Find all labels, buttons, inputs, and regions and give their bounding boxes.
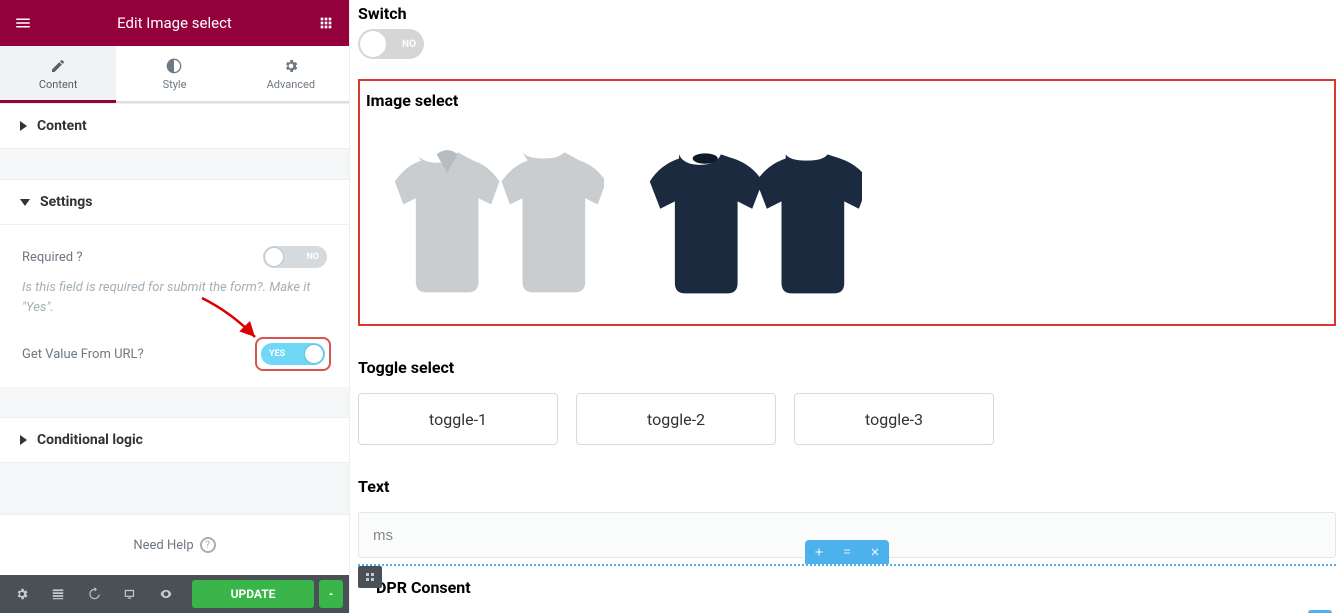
panel-title: Edit Image select: [117, 14, 232, 32]
section-handle-icon[interactable]: [358, 566, 382, 588]
section-title: Settings: [40, 194, 92, 210]
widget-toolbar: [805, 540, 889, 564]
switch-knob: [360, 31, 386, 57]
arrow-annotation: [197, 293, 267, 349]
image-select-widget: Image select: [358, 79, 1336, 326]
text-label: Text: [358, 473, 1336, 502]
sidebar-header: Edit Image select: [0, 0, 349, 46]
update-label: UPDATE: [231, 587, 276, 601]
update-button[interactable]: UPDATE: [192, 580, 314, 608]
section-title: Content: [37, 118, 87, 134]
tab-advanced[interactable]: Advanced: [233, 46, 349, 101]
required-control: Required ? NO: [22, 240, 327, 278]
toggle-option-1[interactable]: toggle-1: [358, 393, 558, 445]
responsive-icon[interactable]: [114, 580, 146, 608]
help-icon: ?: [200, 537, 216, 553]
toggle-knob: [305, 345, 323, 363]
section-conditional-logic[interactable]: Conditional logic: [0, 417, 349, 463]
get-value-url-label: Get Value From URL?: [22, 347, 144, 362]
tab-label: Style: [163, 78, 187, 91]
gdpr-consent-row: Agree on our terms and condition for usi…: [358, 607, 1336, 613]
tab-style[interactable]: Style: [116, 46, 232, 101]
get-value-url-control: Get Value From URL? YES: [22, 335, 327, 377]
add-icon[interactable]: [805, 540, 833, 564]
navigator-icon[interactable]: [42, 580, 74, 608]
editor-tabs: Content Style Advanced: [0, 46, 349, 103]
section-content[interactable]: Content: [0, 103, 349, 149]
toggle-option-3[interactable]: toggle-3: [794, 393, 994, 445]
get-value-url-toggle[interactable]: YES: [261, 343, 325, 365]
drag-icon[interactable]: [833, 540, 861, 564]
settings-icon[interactable]: [6, 580, 38, 608]
tab-label: Content: [39, 78, 78, 91]
switch-field[interactable]: NO: [358, 29, 424, 59]
toggle-select-field: toggle-1 toggle-2 toggle-3: [358, 393, 1336, 445]
gdpr-label: DPR Consent: [358, 574, 1336, 603]
section-title: Conditional logic: [37, 432, 143, 448]
need-help-link[interactable]: Need Help ?: [0, 514, 349, 575]
apps-icon[interactable]: [313, 10, 339, 36]
panel-body: Content Settings Required ? NO Is this f…: [0, 103, 349, 514]
chevron-right-icon: [20, 121, 27, 131]
toggle-select-label: Toggle select: [358, 354, 1336, 383]
menu-icon[interactable]: [10, 10, 36, 36]
preview-icon[interactable]: [150, 580, 182, 608]
need-help-text: Need Help: [133, 538, 193, 553]
section-settings[interactable]: Settings: [0, 179, 349, 225]
switch-label: Switch: [358, 0, 1336, 29]
required-label: Required ?: [22, 250, 83, 265]
required-toggle[interactable]: NO: [263, 246, 327, 268]
update-more-button[interactable]: [319, 580, 343, 608]
image-option-2[interactable]: [622, 120, 872, 310]
chevron-down-icon: [20, 199, 30, 206]
tab-content[interactable]: Content: [0, 46, 116, 101]
tab-label: Advanced: [267, 78, 315, 91]
image-option-1[interactable]: [364, 120, 614, 310]
footer-bar: UPDATE: [0, 575, 349, 613]
settings-controls: Required ? NO Is this field is required …: [0, 225, 349, 387]
chevron-right-icon: [20, 435, 27, 445]
close-icon[interactable]: [861, 540, 889, 564]
image-select-label: Image select: [364, 87, 1330, 116]
editor-sidebar: Edit Image select Content Style Advanced: [0, 0, 350, 613]
toggle-option-2[interactable]: toggle-2: [576, 393, 776, 445]
toggle-knob: [265, 248, 283, 266]
history-icon[interactable]: [78, 580, 110, 608]
preview-canvas: Switch NO Image select: [350, 0, 1344, 613]
required-hint: Is this field is required for submit the…: [22, 278, 327, 335]
